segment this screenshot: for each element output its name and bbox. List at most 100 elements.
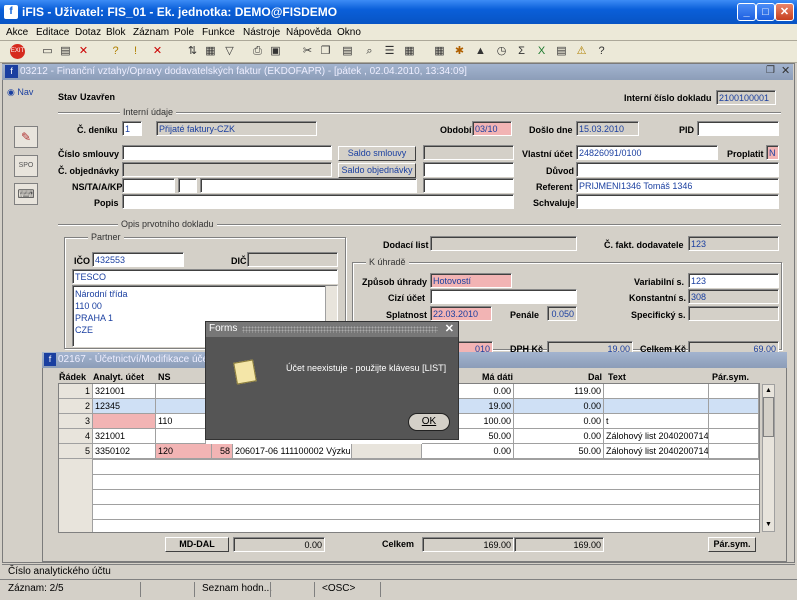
saldo-objednavky-button[interactable]: Saldo objednávky [338,163,416,178]
row5-extra[interactable] [352,444,422,459]
calendar-icon[interactable]: ▦ [203,44,218,59]
pid-field[interactable] [697,121,779,136]
scroll-thumb[interactable] [763,397,774,437]
row3-text[interactable]: t [604,414,709,429]
menu-dotaz[interactable]: Dotaz [75,27,101,38]
cizi-ucet-field[interactable] [430,289,577,304]
chart-icon[interactable]: ▲ [473,44,488,59]
cislo-smlouvy-field[interactable] [122,145,332,160]
side-tool-2-icon[interactable]: SPO [14,155,38,177]
doslo-dne-field[interactable]: 15.03.2010 [576,121,639,136]
row5-text2[interactable]: 206017-06 111100002 Výzkum [233,444,352,459]
par-sym-button[interactable]: Pár.sym. [708,537,756,552]
print-icon[interactable]: ⎙ [250,44,265,59]
proplatit-field[interactable]: N [766,145,779,160]
excel-icon[interactable]: X [534,44,549,59]
menu-okno[interactable]: Okno [337,27,361,38]
c-fakt-dod-field[interactable]: 123 [688,236,779,251]
menu-nastroje[interactable]: Nástroje [243,27,280,38]
ns-field[interactable] [122,178,175,193]
a-kp-field[interactable] [200,178,417,193]
row1-par-sym[interactable] [709,384,759,399]
penale-field[interactable]: 0.050 [547,306,577,321]
delete-record-icon[interactable]: ✕ [150,44,165,59]
side-tool-1-icon[interactable]: ✎ [14,126,38,148]
row3-ucet[interactable] [93,414,156,429]
enter-query-icon[interactable]: ? [108,44,123,59]
row3-ns[interactable]: 110 [156,414,206,429]
zpusob-uhrady-field[interactable]: Hotovostí [430,273,512,288]
dialog-ok-button[interactable]: OK [408,413,450,431]
c-deniku-field[interactable]: 1 [122,121,142,136]
dialog-close-icon[interactable]: ✕ [445,322,454,335]
ta-field[interactable] [178,178,197,193]
md-dal-button[interactable]: MD-DAL [165,537,229,552]
menu-akce[interactable]: Akce [6,27,28,38]
menu-editace[interactable]: Editace [36,27,69,38]
row4-dal[interactable]: 0.00 [514,429,604,444]
help-icon[interactable]: ? [594,44,609,59]
interni-cislo-field[interactable]: 2100100001 [716,90,776,105]
dic-field[interactable] [247,252,338,267]
row3-dal[interactable]: 0.00 [514,414,604,429]
row1-ucet[interactable]: 321001 [93,384,156,399]
vlastni-ucet-field[interactable]: 24826091/0100 [576,145,718,160]
filter-icon[interactable]: ▽ [222,44,237,59]
scroll-up-icon[interactable]: ▲ [763,385,774,397]
row4-text[interactable]: Zálohový list 2040200714 [604,429,709,444]
row3-par-sym[interactable] [709,414,759,429]
row4-ucet[interactable]: 321001 [93,429,156,444]
duvod-field[interactable] [576,162,779,177]
row4-ns[interactable] [156,429,206,444]
row2-par-sym[interactable] [709,399,759,414]
calculator-icon[interactable]: ▦ [432,44,447,59]
row4-par-sym[interactable] [709,429,759,444]
exit-icon[interactable]: EXIT [10,44,25,59]
save-icon[interactable]: ▤ [58,44,73,59]
row1-text[interactable] [604,384,709,399]
sort-icon[interactable]: ⇅ [185,44,200,59]
info-icon[interactable]: ⚠ [574,44,589,59]
row1-ns[interactable] [156,384,206,399]
row5-ucet[interactable]: 3350102 [93,444,156,459]
row5-par-sym[interactable] [709,444,759,459]
obdobi-field[interactable]: 03/10 [472,121,512,136]
row5-ns[interactable]: 120 [156,444,212,459]
splatnost-field[interactable]: 22.03.2010 [430,306,492,321]
popis-field[interactable] [122,194,514,209]
ico-field[interactable]: 432553 [92,252,184,267]
settings-icon[interactable]: ✱ [452,44,467,59]
row2-text[interactable] [604,399,709,414]
row5-ma-dati[interactable]: 0.00 [422,444,514,459]
execute-query-icon[interactable]: ! [128,44,143,59]
sum-icon[interactable]: Σ [514,44,529,59]
specificky-field[interactable] [688,306,779,321]
list-icon[interactable]: ☰ [382,44,397,59]
schvaluje-field[interactable] [576,194,779,209]
menu-napoveda[interactable]: Nápověda [286,27,332,38]
partner-name-field[interactable]: TESCO [72,269,338,284]
row5-dal[interactable]: 50.00 [514,444,604,459]
menu-blok[interactable]: Blok [106,27,125,38]
row1-dal[interactable]: 119.00 [514,384,604,399]
menu-funkce[interactable]: Funkce [202,27,235,38]
variabilni-field[interactable]: 123 [688,273,779,288]
c-objednavky-field[interactable] [122,162,332,177]
scroll-down-icon[interactable]: ▼ [763,519,774,531]
close-button[interactable]: ✕ [775,3,794,21]
print-preview-icon[interactable]: ▣ [268,44,283,59]
row2-ucet[interactable]: 12345 [93,399,156,414]
export-icon[interactable]: ▤ [554,44,569,59]
konstantni-field[interactable]: 308 [688,289,779,304]
restore-icon[interactable]: ❐ [766,65,775,76]
saldo-smlouvy-button[interactable]: Saldo smlouvy [338,146,416,161]
nav-toggle[interactable]: ◉ Nav [7,87,33,98]
dodaci-list-field[interactable] [430,236,577,251]
copy-icon[interactable]: ❐ [318,44,333,59]
menu-zaznam[interactable]: Záznam [133,27,169,38]
help-list-icon[interactable]: ▦ [402,44,417,59]
row2-dal[interactable]: 0.00 [514,399,604,414]
menu-pole[interactable]: Pole [174,27,194,38]
new-record-icon[interactable]: ▭ [40,44,55,59]
grid-scrollbar[interactable]: ▲ ▼ [762,384,775,532]
